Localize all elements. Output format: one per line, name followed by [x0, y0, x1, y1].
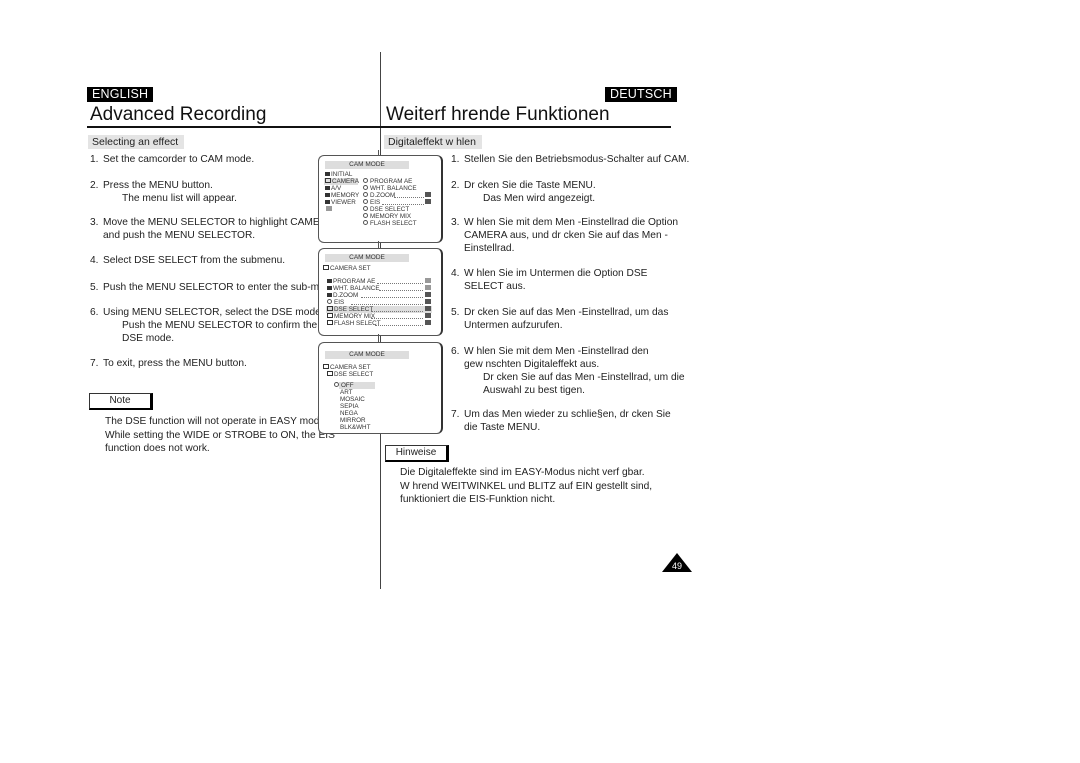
dotted-leader — [351, 300, 423, 305]
submenu-item: DSE SELECT — [363, 206, 409, 213]
off-badge-icon — [425, 306, 431, 313]
menu-path: CAMERA SET — [323, 364, 371, 371]
section-heading-deutsch: Digitaleffekt w hlen — [384, 135, 482, 149]
off-badge-icon — [425, 192, 431, 199]
submenu-item: EIS — [363, 199, 380, 206]
menu-item-av: A/V — [325, 185, 341, 192]
dotted-leader — [371, 307, 423, 312]
screen-connector — [378, 241, 379, 248]
dotted-leader — [377, 279, 423, 284]
page-number: 49 — [671, 561, 682, 571]
menu-item: PROGRAM AE — [327, 278, 375, 285]
menu-item-initial: INITIAL — [325, 171, 352, 178]
hinweise-text: Die Digitaleffekte sind im EASY-Modus ni… — [400, 467, 653, 505]
av-icon — [325, 186, 330, 190]
language-label-english: ENGLISH — [87, 87, 154, 102]
dse-option: NEGA — [340, 410, 358, 417]
menu-item-selected: DSE SELECT — [327, 306, 373, 313]
menu-path: CAMERA SET — [323, 265, 371, 272]
menu-screen-1: CAM MODE INITIAL CAMERA A/V MEMORY VIEWE… — [318, 155, 443, 243]
menu-item-memory: MEMORY — [325, 192, 359, 199]
page-title-english: Advanced Recording — [90, 104, 267, 125]
off-badge-icon — [425, 313, 431, 320]
memory-icon — [325, 193, 330, 197]
dse-option: MOSAIC — [340, 396, 365, 403]
menu-item: EIS — [327, 299, 344, 306]
dotted-leader — [371, 314, 423, 319]
menu-badge-icon — [326, 206, 332, 213]
camera-icon — [325, 178, 331, 183]
setting-badge-icon — [425, 278, 431, 285]
dse-option: ART — [340, 389, 353, 396]
dse-option: SEPIA — [340, 403, 359, 410]
off-badge-icon — [425, 199, 431, 206]
off-badge-icon — [425, 292, 431, 299]
submenu-item: MEMORY MIX — [363, 213, 411, 220]
folder-open-icon — [323, 364, 329, 369]
folder-icon — [325, 172, 330, 176]
menu-item-viewer: VIEWER — [325, 199, 356, 206]
submenu-item: WHT. BALANCE — [363, 185, 417, 192]
menu-item: WHT. BALANCE — [327, 285, 380, 292]
dotted-leader — [394, 193, 424, 198]
section-heading-english: Selecting an effect — [88, 135, 184, 149]
submenu-item: PROGRAM AE — [363, 178, 412, 185]
off-badge-icon — [425, 320, 431, 327]
screen-connector — [378, 334, 379, 342]
setting-badge-icon — [425, 285, 431, 292]
screen-header: CAM MODE — [325, 161, 409, 169]
dotted-leader — [361, 293, 423, 298]
dotted-leader — [375, 321, 423, 326]
menu-subpath: DSE SELECT — [327, 371, 373, 378]
dse-option-selected: OFF — [334, 382, 354, 389]
page-title-deutsch: Weiterf hrende Funktionen — [386, 104, 610, 125]
hinweise-label: Hinweise — [385, 445, 449, 462]
menu-item: MEMORY MIX — [327, 313, 375, 320]
dse-option: MIRROR — [340, 417, 366, 424]
folder-open-icon — [323, 265, 329, 270]
viewer-icon — [325, 200, 330, 204]
language-label-deutsch: DEUTSCH — [605, 87, 677, 102]
dse-option: BLK&WHT — [340, 424, 371, 431]
screen-header: CAM MODE — [325, 351, 409, 359]
menu-screen-3: CAM MODE CAMERA SET DSE SELECT OFF ART M… — [318, 342, 443, 434]
menu-item: FLASH SELECT — [327, 320, 381, 327]
menu-screen-2: CAM MODE CAMERA SET PROGRAM AE WHT. BALA… — [318, 248, 443, 336]
screen-header: CAM MODE — [325, 254, 409, 262]
menu-item-camera: CAMERA — [325, 178, 359, 185]
submenu-item: FLASH SELECT — [363, 220, 417, 227]
folder-open-icon — [327, 371, 333, 376]
note-label: Note — [89, 393, 153, 410]
menu-item: D.ZOOM — [327, 292, 358, 299]
note-text: The DSE function will not operate in EAS… — [105, 416, 335, 454]
dotted-leader — [379, 286, 423, 291]
submenu-item: D.ZOOM — [363, 192, 395, 199]
off-badge-icon — [425, 299, 431, 306]
title-rule — [87, 126, 671, 128]
dotted-leader — [382, 200, 424, 205]
